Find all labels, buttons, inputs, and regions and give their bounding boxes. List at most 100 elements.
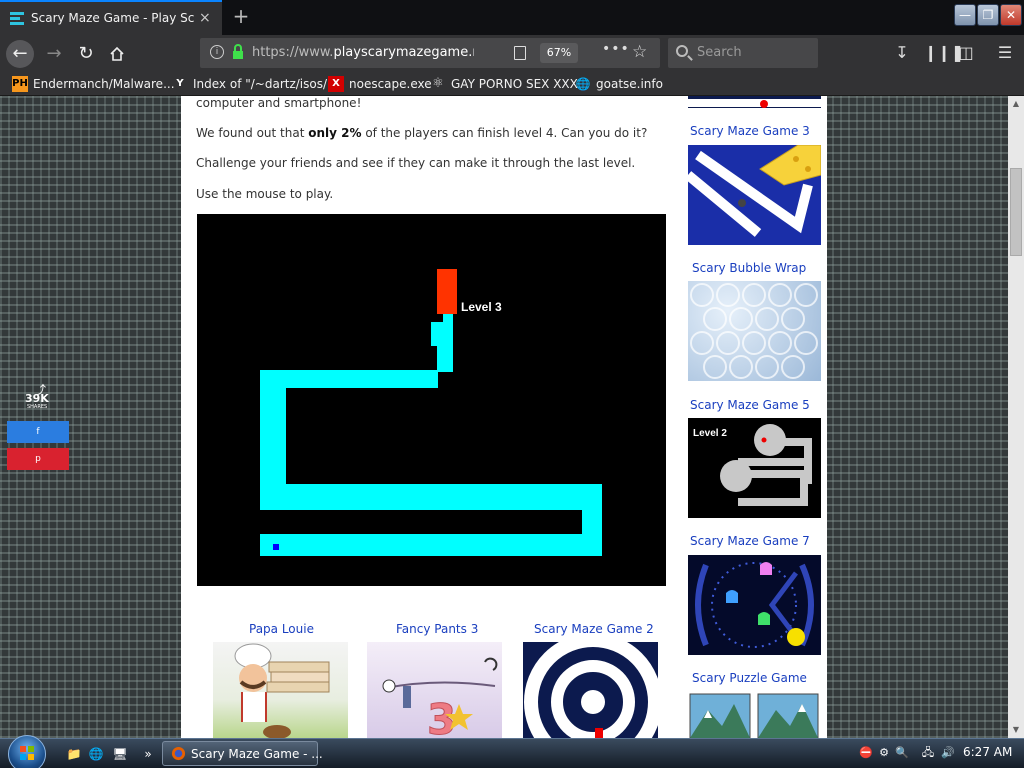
url-bar[interactable]: i https://www.playscarymazegame.net 67% … (200, 38, 660, 68)
maze-segment (260, 484, 602, 510)
side-game-link-scary-bubble-wrap[interactable]: Scary Bubble Wrap (692, 261, 806, 275)
game-thumb-fancy-pants-3[interactable]: 3 (367, 642, 502, 738)
search-icon (676, 45, 688, 57)
download-icon[interactable]: ↧ (892, 43, 912, 62)
minimize-button[interactable]: — (954, 4, 976, 26)
sidebar-icon[interactable]: ◫ (956, 43, 976, 62)
taskbar-clock[interactable]: 6:27 AM (963, 745, 1012, 759)
bubble-wrap-image (690, 283, 818, 379)
security-alert-tray-icon[interactable]: ⛔ (858, 745, 874, 761)
maximize-button[interactable]: ❐ (977, 4, 999, 26)
browser-quicklaunch-icon[interactable]: 🌐 (88, 746, 104, 762)
fancy-pants-image: 3 (382, 657, 498, 738)
facebook-icon: f (36, 427, 40, 437)
side-game-link-scary-maze-game-3[interactable]: Scary Maze Game 3 (690, 124, 810, 138)
reload-icon: ↻ (78, 43, 94, 64)
side-thumb-level-label: Level 2 (693, 428, 727, 439)
game-thumb-scary-maze-game-5[interactable]: Level 2 (688, 418, 821, 518)
game-link-papa-louie[interactable]: Papa Louie (249, 622, 314, 636)
close-window-button[interactable]: ✕ (1000, 4, 1022, 26)
pinterest-share-button[interactable]: p (7, 448, 69, 470)
scroll-down-arrow-icon[interactable]: ▼ (1008, 722, 1024, 738)
bookmarks-toolbar: PH Endermanch/Malware... Y Index of "/~d… (0, 72, 1024, 96)
taskbar-window-button[interactable]: Scary Maze Game - ... (162, 741, 323, 766)
home-button[interactable] (103, 40, 131, 68)
network-tray-icon[interactable]: 🖧 (920, 745, 936, 761)
bookmark-item-index-dartz[interactable]: Y Index of "/~dartz/isos/" (172, 76, 332, 92)
bookmark-item-gay-porno[interactable]: ⚛ GAY PORNO SEX XXX (430, 76, 578, 92)
forward-button[interactable]: → (40, 40, 68, 68)
quicklaunch-expand-icon[interactable]: » (140, 746, 156, 762)
bookmark-label: goatse.info (596, 77, 663, 91)
back-button[interactable]: ← (6, 40, 34, 68)
game-thumb-scary-puzzle-game[interactable] (688, 692, 821, 738)
bookmark-favicon-icon: PH (12, 76, 28, 92)
bookmark-item-noescape[interactable]: X noescape.exe (328, 76, 432, 92)
maze-game-canvas[interactable]: Level 3 (197, 214, 666, 586)
library-icon[interactable]: ❙❙❚ (924, 43, 964, 62)
finish-text-pre: We found out that (196, 126, 309, 140)
finish-text-post: of the players can finish level 4. Can y… (361, 126, 648, 140)
game-thumb-sidebar-top[interactable] (688, 96, 821, 108)
new-tab-button[interactable]: + (231, 4, 251, 28)
tab-bar: Scary Maze Game - Play Scary Maz × + — ❐… (0, 0, 1024, 35)
scrollbar-thumb[interactable] (1010, 168, 1022, 256)
game-thumb-scary-maze-game-3[interactable] (688, 145, 821, 245)
side-game-link-scary-maze-game-5[interactable]: Scary Maze Game 5 (690, 398, 810, 412)
facebook-share-button[interactable]: f (7, 421, 69, 443)
back-arrow-icon: ← (12, 43, 28, 64)
reload-button[interactable]: ↻ (72, 40, 100, 68)
search-tray-icon[interactable]: 🔍 (894, 745, 910, 761)
game-thumb-scary-maze-game-2[interactable] (523, 642, 658, 738)
bookmark-item-endermanch[interactable]: PH Endermanch/Malware... (12, 76, 175, 92)
maze-segment (431, 322, 441, 332)
game-link-fancy-pants-3[interactable]: Fancy Pants 3 (396, 622, 478, 636)
side-game-link-scary-puzzle-game[interactable]: Scary Puzzle Game (692, 671, 807, 685)
site-info-icon[interactable]: i (210, 45, 224, 59)
game-thumb-scary-maze-game-7[interactable] (688, 555, 821, 655)
scary-maze-5-image: Level 2 (693, 424, 812, 506)
page-actions-icon[interactable]: ••• (602, 41, 630, 57)
page-scrollbar[interactable]: ▲ ▼ (1008, 96, 1024, 738)
search-input[interactable]: Search (697, 45, 742, 60)
bookmark-item-goatse[interactable]: 🌐 goatse.info (575, 76, 663, 92)
bookmark-label: noescape.exe (349, 77, 432, 91)
bookmark-star-icon[interactable]: ☆ (632, 42, 647, 62)
zoom-level-badge[interactable]: 67% (540, 43, 578, 63)
scroll-up-arrow-icon[interactable]: ▲ (1008, 96, 1024, 112)
pinterest-icon: p (35, 454, 41, 464)
bookmark-favicon-icon: X (328, 76, 344, 92)
side-game-link-scary-maze-game-7[interactable]: Scary Maze Game 7 (690, 534, 810, 548)
reader-view-icon[interactable] (514, 46, 526, 60)
player-cursor (273, 544, 279, 550)
menu-icon[interactable]: ☰ (995, 43, 1015, 62)
game-link-scary-maze-game-2[interactable]: Scary Maze Game 2 (534, 622, 654, 636)
volume-tray-icon[interactable]: 🔊 (940, 745, 956, 761)
maze-drawing (260, 269, 602, 556)
url-text[interactable]: https://www.playscarymazegame.net (252, 45, 474, 60)
share-label: SHARES (27, 404, 48, 410)
firefox-icon (171, 746, 186, 761)
main-content: computer and smartphone! We found out th… (181, 96, 827, 738)
bookmark-label: Endermanch/Malware... (33, 77, 175, 91)
lock-icon[interactable] (232, 44, 244, 60)
maze-goal (437, 269, 457, 314)
game-thumb-scary-bubble-wrap[interactable] (688, 281, 821, 381)
bookmark-favicon-icon: ⚛ (432, 76, 444, 91)
explorer-quicklaunch-icon[interactable]: 📁 (66, 746, 82, 762)
challenge-text: Challenge your friends and see if they c… (196, 156, 636, 170)
desktop-quicklaunch-icon[interactable]: 🖥 (112, 746, 128, 762)
start-button[interactable] (8, 735, 46, 768)
bookmark-favicon-icon: Y (176, 78, 184, 89)
maze-segment (260, 534, 602, 556)
search-bar[interactable]: Search (668, 38, 818, 68)
home-icon (110, 46, 124, 61)
finish-text-bold: only 2% (308, 126, 362, 140)
url-domain: playscarymazegame.net (333, 45, 474, 60)
game-thumb-papa-louie[interactable] (213, 642, 348, 738)
tray-app-icon[interactable]: ⚙ (876, 745, 892, 761)
globe-icon: 🌐 (575, 77, 591, 91)
tab-close-icon[interactable]: × (199, 10, 211, 26)
tab-scary-maze-game[interactable]: Scary Maze Game - Play Scary Maz × (0, 0, 222, 35)
tab-title: Scary Maze Game - Play Scary Maz (31, 11, 194, 25)
